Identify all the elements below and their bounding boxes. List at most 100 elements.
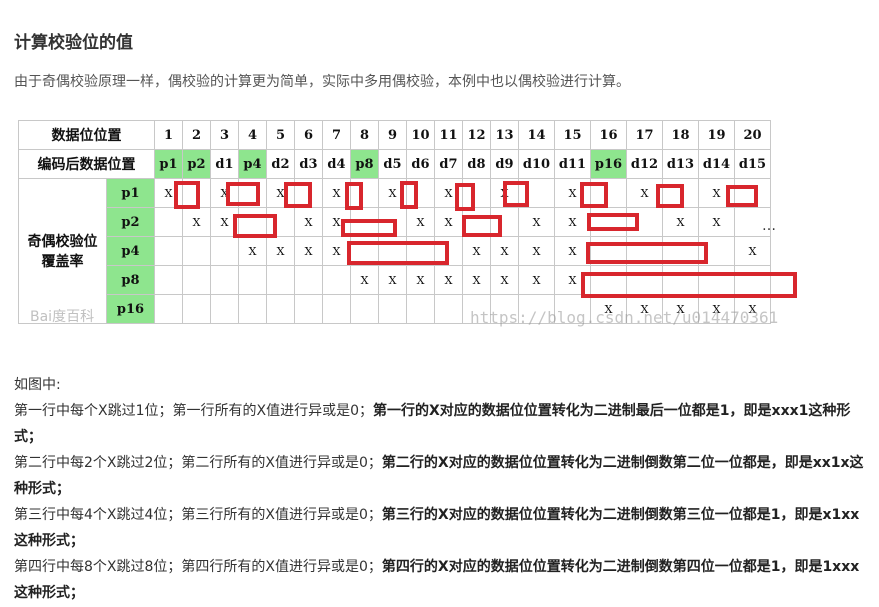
- parity-label-cell: p2: [106, 207, 155, 237]
- coverage-cell: X: [378, 265, 407, 295]
- table-row-coverage: p8 X X X X X X X X: [19, 265, 771, 295]
- encoded-cell: p1: [154, 149, 183, 179]
- encoded-cell: d9: [490, 149, 519, 179]
- coverage-cell: [406, 294, 435, 324]
- coverage-cell: X: [378, 178, 407, 208]
- explanation-line: 第三行中每4个X跳过4位；第三行所有的X值进行异或是0；第三行的X对应的数据位位…: [14, 502, 864, 554]
- coverage-cell: [266, 294, 295, 324]
- coverage-cell: X: [434, 207, 463, 237]
- coverage-cell: [662, 236, 699, 266]
- encoded-cell: d3: [294, 149, 323, 179]
- position-cell: 4: [238, 120, 267, 150]
- coverage-cell: X: [490, 265, 519, 295]
- explanation-line: 第二行中每2个X跳过2位；第二行所有的X值进行异或是0；第二行的X对应的数据位位…: [14, 450, 864, 502]
- position-cell: 17: [626, 120, 663, 150]
- row-header-encoded: 编码后数据位置: [18, 149, 155, 179]
- encoded-cell: d15: [734, 149, 771, 179]
- coverage-cell: [238, 178, 267, 208]
- coverage-cell: [590, 236, 627, 266]
- position-cell: 5: [266, 120, 295, 150]
- coverage-cell: [350, 207, 379, 237]
- position-cell: 7: [322, 120, 351, 150]
- coverage-cell: X: [238, 236, 267, 266]
- coverage-cell: X: [154, 178, 183, 208]
- coverage-cell: [182, 265, 211, 295]
- encoded-cell: d6: [406, 149, 435, 179]
- section-title: 计算校验位的值: [14, 33, 133, 53]
- coverage-cell: [462, 207, 491, 237]
- coverage-cell: [154, 294, 183, 324]
- coverage-cell: X: [434, 178, 463, 208]
- coverage-cell: X: [490, 178, 519, 208]
- position-cell: 8: [350, 120, 379, 150]
- coverage-cell: X: [322, 207, 351, 237]
- coverage-cell: [294, 265, 323, 295]
- coverage-cell: [322, 265, 351, 295]
- coverage-cell: [378, 207, 407, 237]
- coverage-cell: [154, 236, 183, 266]
- position-cell: 18: [662, 120, 699, 150]
- coverage-cell: [350, 178, 379, 208]
- position-cell: 15: [554, 120, 591, 150]
- coverage-cell: [406, 236, 435, 266]
- position-cell: 14: [518, 120, 555, 150]
- table-row-coverage: 奇偶校验位 覆盖率 p1 X X X X X X X X X X: [18, 178, 771, 324]
- encoded-cell: p4: [238, 149, 267, 179]
- coverage-cell: [698, 236, 735, 266]
- parity-label-cell: p16: [106, 294, 155, 324]
- explanation-intro: 如图中:: [14, 377, 61, 393]
- coverage-cell: [378, 236, 407, 266]
- coverage-cell: X: [266, 236, 295, 266]
- encoded-cell: d14: [698, 149, 735, 179]
- encoded-cell: p8: [350, 149, 379, 179]
- ellipsis-mark: …: [762, 218, 776, 234]
- coverage-cell: X: [490, 236, 519, 266]
- encoded-cell: p16: [590, 149, 627, 179]
- coverage-cell: [154, 207, 183, 237]
- coverage-cell: X: [518, 265, 555, 295]
- coverage-cell: X: [734, 236, 771, 266]
- watermark-url: https://blog.csdn.net/u014470361: [470, 308, 779, 327]
- coverage-cell: X: [518, 207, 555, 237]
- encoded-cell: d4: [322, 149, 351, 179]
- coverage-cell: X: [406, 207, 435, 237]
- coverage-cell: [266, 265, 295, 295]
- encoded-cell: d2: [266, 149, 295, 179]
- encoded-cell: p2: [182, 149, 211, 179]
- coverage-cell: X: [698, 207, 735, 237]
- coverage-cell: X: [182, 207, 211, 237]
- coverage-cell: X: [554, 236, 591, 266]
- encoded-cell: d10: [518, 149, 555, 179]
- coverage-cell: X: [322, 178, 351, 208]
- coverage-cell: X: [294, 236, 323, 266]
- position-cell: 2: [182, 120, 211, 150]
- coverage-cell: [238, 265, 267, 295]
- coverage-cell: [154, 265, 183, 295]
- coverage-cell: [238, 294, 267, 324]
- coverage-cell: [518, 178, 555, 208]
- encoded-cell: d12: [626, 149, 663, 179]
- coverage-cell: [662, 178, 699, 208]
- coverage-cell: X: [462, 236, 491, 266]
- coverage-cell: [734, 265, 771, 295]
- coverage-cell: X: [518, 236, 555, 266]
- coverage-cell: X: [210, 178, 239, 208]
- table-row-positions: 数据位位置 1 2 3 4 5 6 7 8 9 10 11 12 13 14 15 16 17 18 19 20: [18, 120, 771, 150]
- coverage-cell: [626, 207, 663, 237]
- coverage-cell: [434, 236, 463, 266]
- coverage-cell: [182, 236, 211, 266]
- coverage-cell: [626, 236, 663, 266]
- coverage-cell: [182, 294, 211, 324]
- coverage-cell: [698, 265, 735, 295]
- coverage-cell: [490, 207, 519, 237]
- coverage-cell: [182, 178, 211, 208]
- coverage-cell: [210, 294, 239, 324]
- coverage-cell: X: [266, 178, 295, 208]
- position-cell: 3: [210, 120, 239, 150]
- coverage-cell: [294, 178, 323, 208]
- encoded-cell: d11: [554, 149, 591, 179]
- coverage-cell: X: [554, 178, 591, 208]
- position-cell: 10: [406, 120, 435, 150]
- coverage-cell: [626, 265, 663, 295]
- coverage-cell: [662, 265, 699, 295]
